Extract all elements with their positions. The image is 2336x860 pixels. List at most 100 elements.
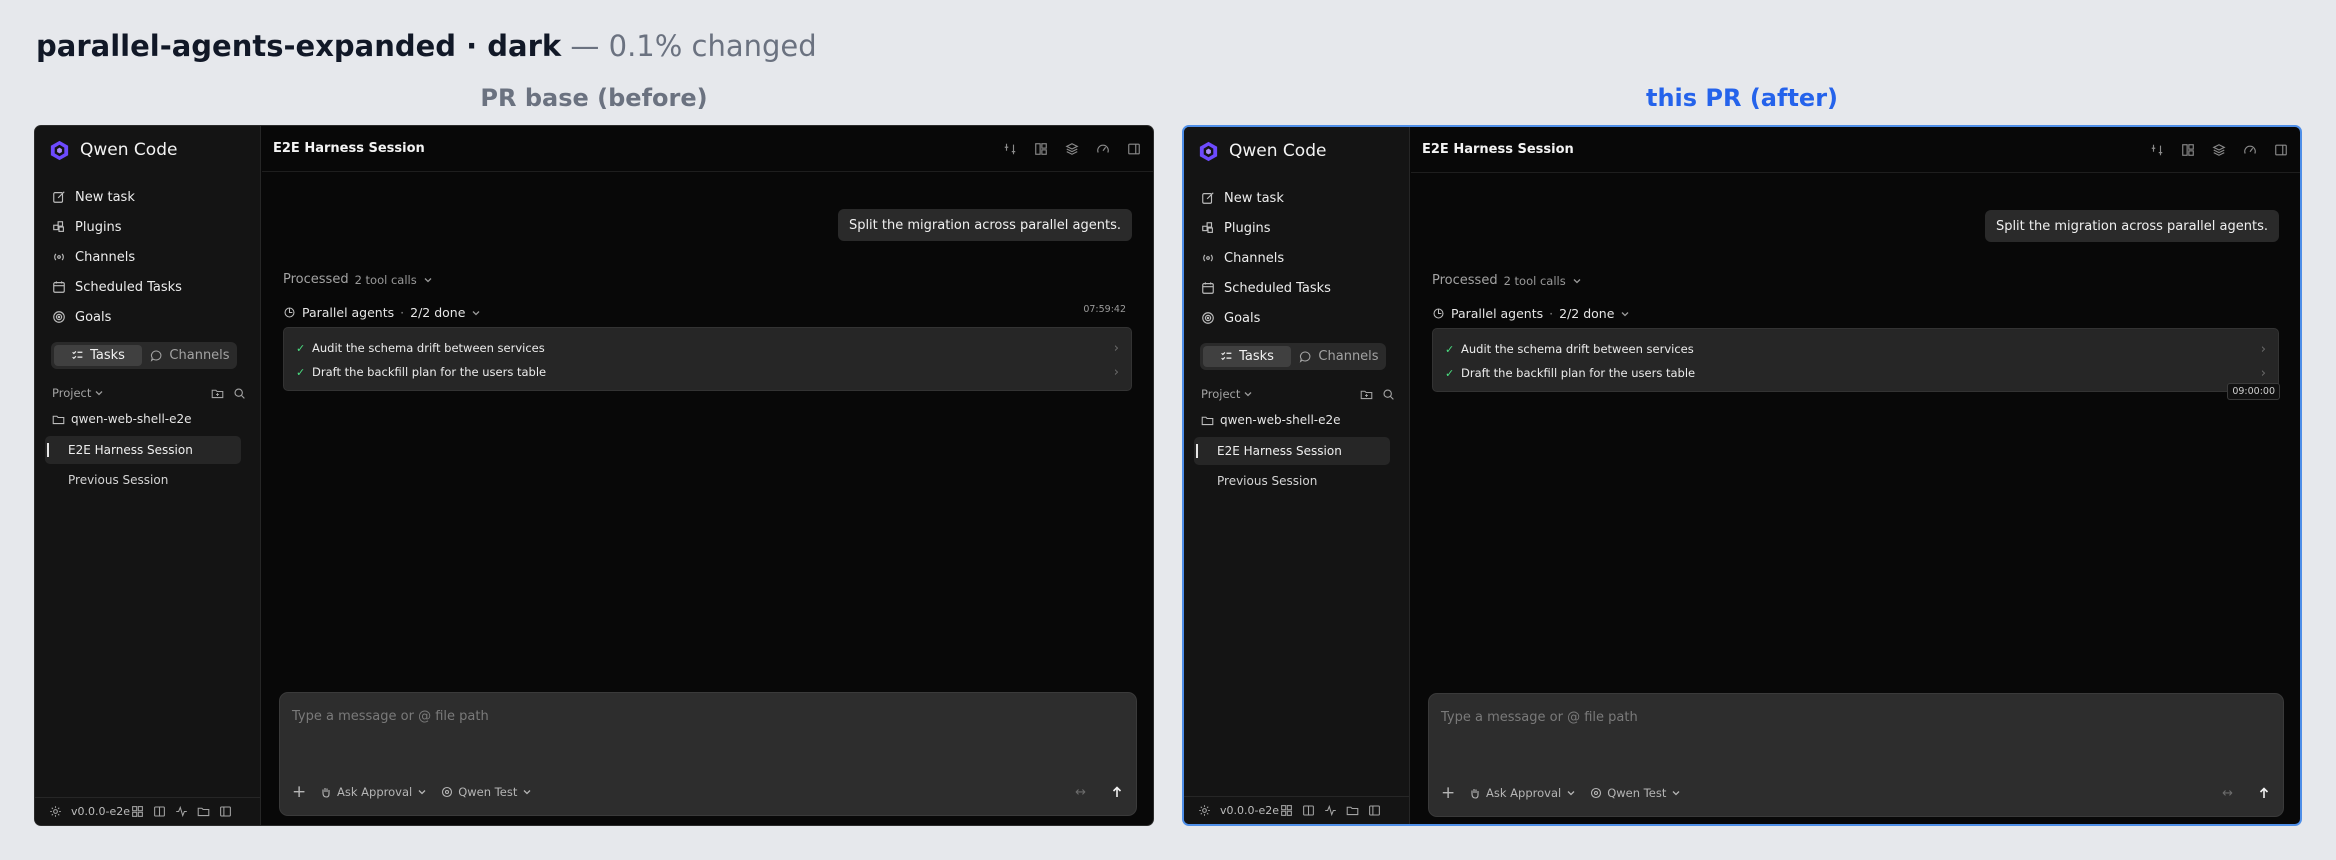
grid-icon[interactable]: [131, 805, 144, 818]
nav-item-goals[interactable]: Goals: [1194, 303, 1400, 333]
search-icon[interactable]: [233, 387, 246, 400]
folder-open-icon[interactable]: [1346, 804, 1359, 817]
nav-item-new-task[interactable]: New task: [45, 182, 251, 212]
model-icon: [1591, 787, 1602, 799]
split-view-icon[interactable]: [1302, 804, 1315, 817]
approval-dropdown[interactable]: Ask Approval: [1469, 786, 1576, 800]
session-title: E2E Harness Session: [1422, 142, 1574, 157]
tab-channels[interactable]: Channels: [146, 345, 234, 366]
expand-icon[interactable]: ↔: [2222, 786, 2233, 801]
chevron-down-icon[interactable]: [94, 388, 104, 398]
brand[interactable]: Qwen Code: [48, 136, 177, 164]
layout-icon[interactable]: [1034, 142, 1048, 156]
expand-icon[interactable]: ↔: [1075, 785, 1086, 800]
gauge-icon[interactable]: [1096, 142, 1110, 156]
message-input[interactable]: Type a message or @ file path: [292, 709, 489, 724]
new-folder-icon[interactable]: [211, 387, 224, 400]
gear-icon[interactable]: [1198, 804, 1211, 817]
nav-item-scheduled-tasks[interactable]: Scheduled Tasks: [1194, 273, 1400, 303]
grid-icon[interactable]: [1280, 804, 1293, 817]
processed-toggle[interactable]: Processed 2 tool calls: [283, 272, 433, 287]
agent-item[interactable]: ✓ Draft the backfill plan for the users …: [1433, 361, 2278, 385]
brand[interactable]: Qwen Code: [1197, 137, 1326, 165]
tab-tasks[interactable]: Tasks: [54, 345, 142, 366]
composer[interactable]: Type a message or @ file path + Ask Appr…: [279, 692, 1137, 816]
project-dropdown[interactable]: Project: [52, 386, 91, 400]
sidebar-toggle-icon[interactable]: [219, 805, 232, 818]
diff-icon[interactable]: [2150, 143, 2164, 157]
nav-item-plugins[interactable]: Plugins: [1194, 213, 1400, 243]
plus-icon[interactable]: +: [292, 782, 306, 802]
tab-channels[interactable]: Channels: [1295, 346, 1383, 367]
chevron-down-icon[interactable]: [1243, 389, 1253, 399]
approval-dropdown[interactable]: Ask Approval: [320, 785, 427, 799]
activity-icon[interactable]: [1324, 804, 1337, 817]
nav-item-goals[interactable]: Goals: [45, 302, 251, 332]
nav-item-new-task[interactable]: New task: [1194, 183, 1400, 213]
nav-item-plugins[interactable]: Plugins: [45, 212, 251, 242]
panel-right-icon[interactable]: [1127, 142, 1141, 156]
channels-icon: [54, 253, 64, 261]
send-arrow-icon[interactable]: [2257, 786, 2271, 800]
nav-item-scheduled-tasks[interactable]: Scheduled Tasks: [45, 272, 251, 302]
session-item-active[interactable]: E2E Harness Session: [1194, 437, 1390, 465]
new-folder-icon[interactable]: [1360, 388, 1373, 401]
tab-tasks-label: Tasks: [1239, 349, 1274, 364]
calendar-icon: [53, 281, 65, 293]
sidebar-nav: New task Plugins Channels Scheduled Task…: [45, 182, 251, 332]
parallel-agents-toggle[interactable]: Parallel agents · 2/2 done: [283, 305, 481, 320]
topbar-actions: [1003, 142, 1141, 156]
nav-item-channels[interactable]: Channels: [45, 242, 251, 272]
folder-open-icon[interactable]: [197, 805, 210, 818]
chevron-down-icon: [1672, 791, 1680, 796]
sidebar-segmented-control: Tasks Channels: [1200, 343, 1386, 370]
activity-icon[interactable]: [175, 805, 188, 818]
gear-icon[interactable]: [49, 805, 62, 818]
chat-bubble-icon: [151, 350, 162, 362]
sidebar-footer: v0.0.0-e2e: [1184, 796, 1409, 824]
session-item[interactable]: Previous Session: [1194, 467, 1390, 495]
message-input[interactable]: Type a message or @ file path: [1441, 710, 1638, 725]
model-dropdown[interactable]: Qwen Test: [441, 785, 532, 799]
topbar: E2E Harness Session: [1411, 127, 2300, 173]
layout-icon[interactable]: [2181, 143, 2195, 157]
panel-right-icon[interactable]: [2274, 143, 2288, 157]
send-arrow-icon[interactable]: [1110, 785, 1124, 799]
project-folder[interactable]: qwen-web-shell-e2e: [52, 409, 192, 429]
nav-item-label: Channels: [1224, 250, 1285, 266]
sidebar-toggle-icon[interactable]: [1368, 804, 1381, 817]
session-item-active[interactable]: E2E Harness Session: [45, 436, 241, 464]
hand-icon: [1471, 789, 1479, 799]
layers-icon[interactable]: [2212, 143, 2226, 157]
version-label: v0.0.0-e2e: [71, 805, 131, 818]
session-item[interactable]: Previous Session: [45, 466, 241, 494]
project-dropdown[interactable]: Project: [1201, 387, 1240, 401]
split-view-icon[interactable]: [153, 805, 166, 818]
model-dropdown[interactable]: Qwen Test: [1590, 786, 1681, 800]
parallel-agents-toggle[interactable]: Parallel agents · 2/2 done: [1432, 306, 1630, 321]
approval-label: Ask Approval: [1486, 786, 1562, 800]
qwen-logo-icon: [1199, 141, 1218, 161]
nav-item-label: Goals: [75, 309, 112, 325]
nav-item-channels[interactable]: Channels: [1194, 243, 1400, 273]
gauge-icon[interactable]: [2243, 143, 2257, 157]
tab-tasks[interactable]: Tasks: [1203, 346, 1291, 367]
diff-icon[interactable]: [1003, 142, 1017, 156]
composer[interactable]: Type a message or @ file path + Ask Appr…: [1428, 693, 2284, 817]
layers-icon[interactable]: [1065, 142, 1079, 156]
search-icon[interactable]: [1382, 388, 1395, 401]
agent-item[interactable]: ✓ Audit the schema drift between service…: [1433, 337, 2278, 361]
processed-toggle[interactable]: Processed 2 tool calls: [1432, 273, 1582, 288]
project-row: Project: [1201, 384, 1395, 404]
target-icon: [53, 311, 65, 323]
agents-list: ✓ Audit the schema drift between service…: [283, 327, 1132, 391]
session-label: Previous Session: [1217, 474, 1318, 488]
agent-item[interactable]: ✓ Audit the schema drift between service…: [284, 336, 1131, 360]
project-folder[interactable]: qwen-web-shell-e2e: [1201, 410, 1341, 430]
plus-icon[interactable]: +: [1441, 783, 1455, 803]
folder-name: qwen-web-shell-e2e: [1220, 413, 1341, 427]
chevron-down-icon: [424, 277, 432, 282]
user-message: Split the migration across parallel agen…: [1984, 210, 2279, 242]
agent-item[interactable]: ✓ Draft the backfill plan for the users …: [284, 360, 1131, 384]
agent-label: Audit the schema drift between services: [1461, 342, 1694, 356]
